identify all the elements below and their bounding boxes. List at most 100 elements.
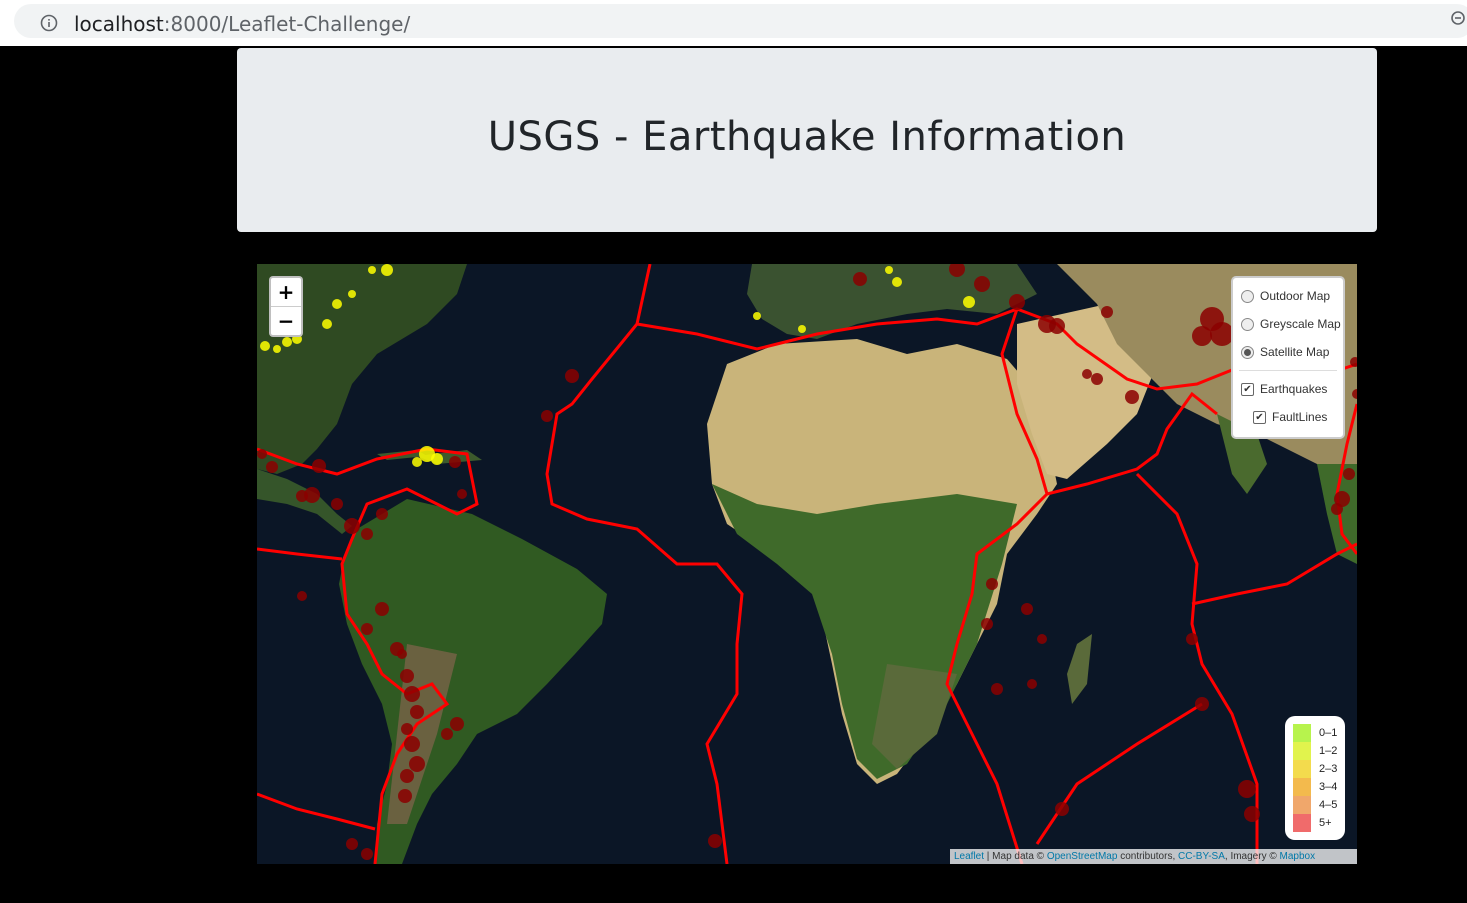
earthquake-marker[interactable] — [348, 290, 356, 298]
earthquake-marker[interactable] — [398, 789, 412, 803]
earthquake-marker[interactable] — [1343, 468, 1355, 480]
earthquake-marker[interactable] — [753, 312, 761, 320]
earthquake-marker[interactable] — [375, 602, 389, 616]
earthquake-marker[interactable] — [266, 461, 278, 473]
layer-option-satellite[interactable]: Satellite Map — [1233, 338, 1343, 366]
earthquake-marker[interactable] — [404, 686, 420, 702]
leaflet-link[interactable]: Leaflet — [954, 851, 984, 862]
earthquake-marker[interactable] — [412, 457, 422, 467]
earthquake-marker[interactable] — [1082, 369, 1092, 379]
earthquake-marker[interactable] — [368, 266, 376, 274]
earthquake-marker[interactable] — [949, 264, 965, 277]
earthquake-marker[interactable] — [1021, 603, 1033, 615]
earthquake-marker[interactable] — [1049, 318, 1065, 334]
earthquake-marker[interactable] — [401, 723, 413, 735]
earthquake-marker[interactable] — [1195, 697, 1209, 711]
attribution-text: | Map data © — [984, 851, 1047, 862]
earthquake-marker[interactable] — [1350, 357, 1357, 367]
earthquake-marker[interactable] — [974, 276, 990, 292]
earthquake-marker[interactable] — [991, 683, 1003, 695]
overlay-option-faultlines[interactable]: ✔ FaultLines — [1233, 403, 1343, 431]
layer-control: Outdoor Map Greyscale Map Satellite Map … — [1231, 276, 1345, 439]
earthquake-marker[interactable] — [257, 449, 267, 459]
checkbox-checked[interactable]: ✔ — [1253, 410, 1266, 424]
earthquake-marker[interactable] — [400, 669, 414, 683]
earthquake-marker[interactable] — [450, 717, 464, 731]
legend-swatch — [1293, 742, 1311, 760]
info-icon[interactable] — [40, 14, 58, 32]
earthquake-marker[interactable] — [297, 591, 307, 601]
earthquake-marker[interactable] — [565, 369, 579, 383]
license-link[interactable]: CC-BY-SA — [1178, 851, 1225, 862]
earthquake-marker[interactable] — [260, 341, 270, 351]
osm-link[interactable]: OpenStreetMap — [1047, 851, 1118, 862]
earthquake-marker[interactable] — [1091, 373, 1103, 385]
earthquake-marker[interactable] — [1238, 780, 1256, 798]
earthquake-marker[interactable] — [346, 838, 358, 850]
earthquake-marker[interactable] — [361, 848, 373, 860]
radio-button[interactable] — [1241, 289, 1254, 303]
earthquake-marker[interactable] — [273, 345, 281, 353]
earthquake-marker[interactable] — [885, 266, 893, 274]
earthquake-marker[interactable] — [963, 296, 975, 308]
earthquake-marker[interactable] — [331, 498, 343, 510]
earthquake-marker[interactable] — [282, 337, 292, 347]
radio-button[interactable] — [1241, 317, 1254, 331]
earthquake-marker[interactable] — [404, 736, 420, 752]
earthquake-marker[interactable] — [1244, 806, 1260, 822]
earthquake-marker[interactable] — [1055, 802, 1069, 816]
overlay-label: FaultLines — [1272, 410, 1328, 424]
checkbox-checked[interactable]: ✔ — [1241, 382, 1254, 396]
earthquake-marker[interactable] — [708, 834, 722, 848]
earthquake-marker[interactable] — [400, 769, 414, 783]
url-field[interactable]: localhost:8000/Leaflet-Challenge/ — [14, 4, 1467, 38]
attribution-text: contributors, — [1117, 851, 1179, 862]
earthquake-marker[interactable] — [431, 453, 443, 465]
map-container[interactable]: + − Outdoor Map Greyscale Map Satellite … — [257, 264, 1357, 864]
earthquake-marker[interactable] — [853, 272, 867, 286]
layer-label: Satellite Map — [1260, 345, 1330, 359]
zoom-out-button[interactable]: − — [271, 306, 301, 335]
earthquake-marker[interactable] — [1027, 679, 1037, 689]
earthquake-marker[interactable] — [986, 578, 998, 590]
zoom-control: + − — [269, 276, 303, 337]
earthquake-marker[interactable] — [892, 277, 902, 287]
earthquake-marker[interactable] — [441, 728, 453, 740]
earthquake-marker[interactable] — [381, 264, 393, 276]
earthquake-marker[interactable] — [449, 456, 461, 468]
radio-button-selected[interactable] — [1241, 345, 1254, 359]
zoom-out-icon[interactable] — [1450, 10, 1467, 28]
earthquake-marker[interactable] — [322, 319, 332, 329]
earthquake-marker[interactable] — [981, 618, 993, 630]
earthquake-marker[interactable] — [1331, 503, 1343, 515]
earthquake-marker[interactable] — [312, 459, 326, 473]
earthquake-marker[interactable] — [409, 756, 425, 772]
mapbox-link[interactable]: Mapbox — [1280, 851, 1316, 862]
earthquake-marker[interactable] — [410, 705, 424, 719]
earthquake-marker[interactable] — [1186, 633, 1198, 645]
overlay-option-earthquakes[interactable]: ✔ Earthquakes — [1233, 375, 1343, 403]
legend-swatch — [1293, 778, 1311, 796]
earthquake-marker[interactable] — [1037, 634, 1047, 644]
earthquake-marker[interactable] — [332, 299, 342, 309]
earthquake-marker[interactable] — [376, 508, 388, 520]
page-header: USGS - Earthquake Information — [237, 48, 1377, 232]
earthquake-marker[interactable] — [1125, 390, 1139, 404]
earthquake-marker[interactable] — [798, 325, 806, 333]
earthquake-marker[interactable] — [1009, 294, 1025, 310]
earthquake-marker[interactable] — [344, 518, 360, 534]
url-text[interactable]: localhost:8000/Leaflet-Challenge/ — [74, 12, 410, 36]
earthquake-marker[interactable] — [457, 489, 467, 499]
layer-option-greyscale[interactable]: Greyscale Map — [1233, 310, 1343, 338]
earthquake-marker[interactable] — [1101, 306, 1113, 318]
earthquake-marker[interactable] — [304, 487, 320, 503]
layer-option-outdoor[interactable]: Outdoor Map — [1233, 282, 1343, 310]
earthquake-marker[interactable] — [541, 410, 553, 422]
url-host: localhost — [74, 12, 164, 36]
earthquake-marker[interactable] — [361, 528, 373, 540]
earthquake-marker[interactable] — [361, 623, 373, 635]
earthquake-marker[interactable] — [1192, 326, 1212, 346]
earthquake-marker[interactable] — [1352, 389, 1357, 399]
earthquake-marker[interactable] — [397, 649, 407, 659]
zoom-in-button[interactable]: + — [271, 278, 301, 306]
